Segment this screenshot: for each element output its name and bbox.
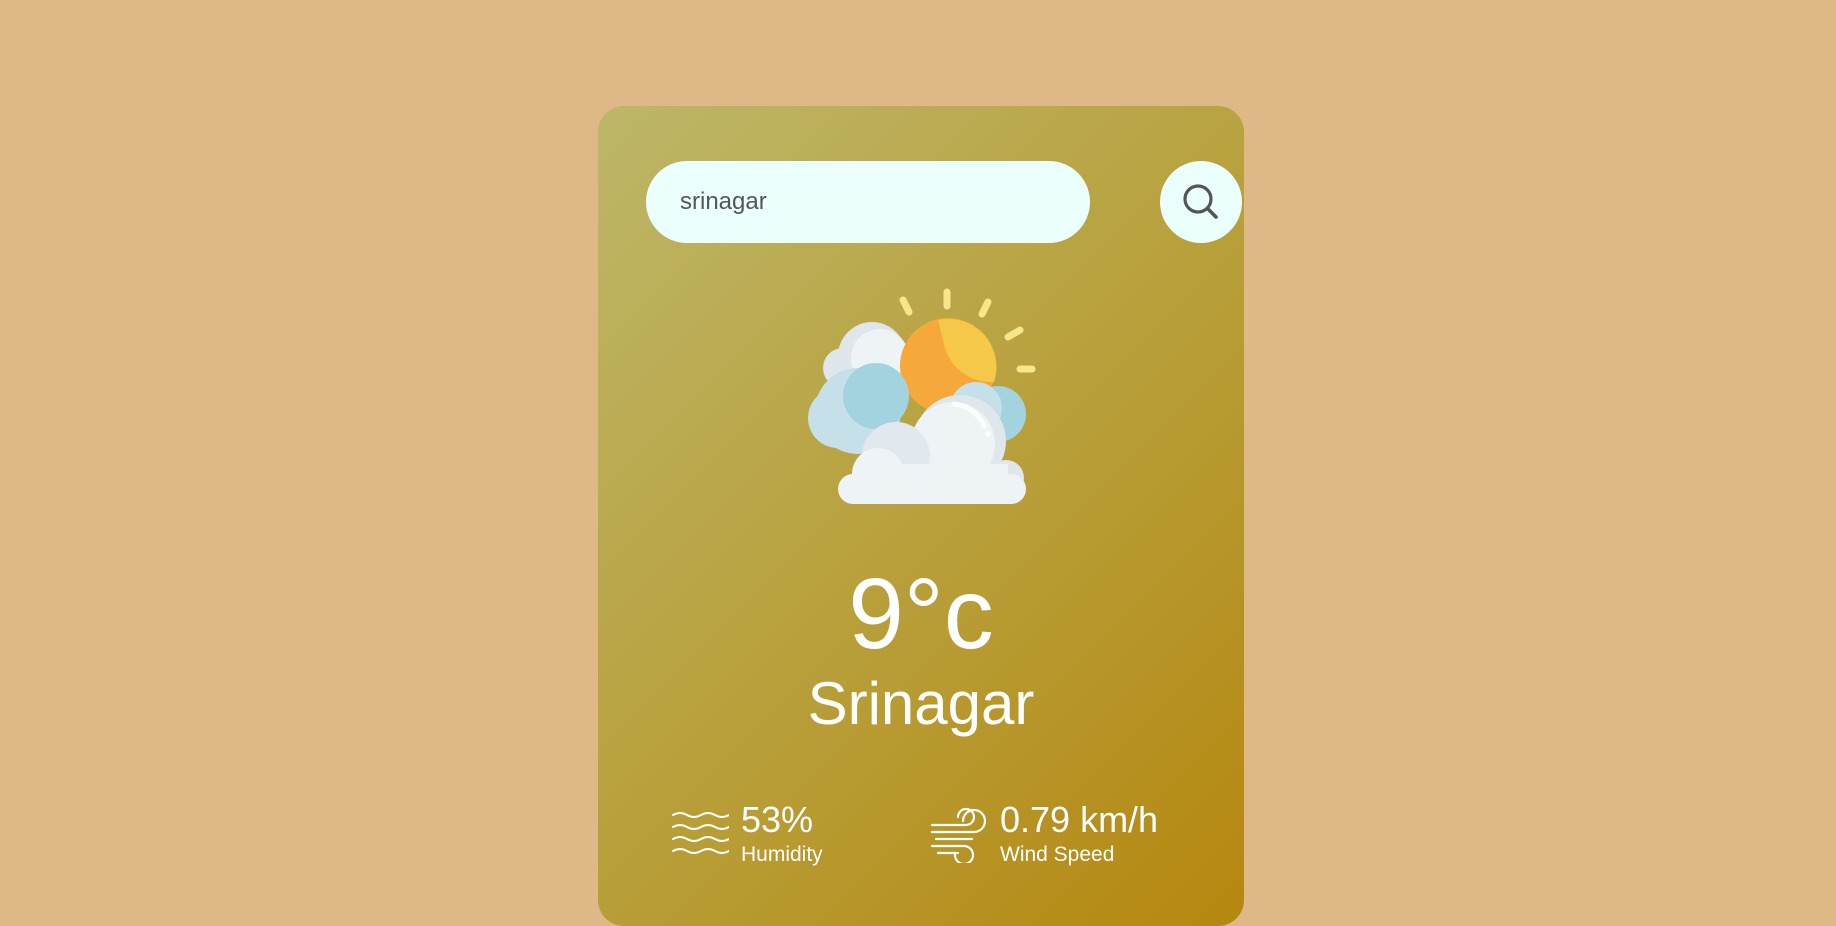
partly-cloudy-icon: [798, 286, 1044, 506]
wind-label: Wind Speed: [1000, 843, 1115, 866]
humidity-icon: [671, 807, 729, 861]
wind-value: 0.79 km/h: [1000, 799, 1159, 840]
wind-icon: [930, 805, 988, 863]
search-bar: [646, 161, 1242, 243]
search-icon: [1181, 182, 1221, 222]
humidity-label: Humidity: [741, 843, 823, 866]
humidity-value: 53%: [741, 799, 814, 840]
humidity-detail: 53% Humidity: [671, 802, 823, 865]
wind-detail: 0.79 km/h Wind Speed: [930, 802, 1158, 865]
search-button[interactable]: [1160, 161, 1242, 243]
temperature: 9°c: [848, 558, 994, 670]
search-input[interactable]: [646, 161, 1090, 243]
weather-card: 9°c Srinagar 53% Humidity: [598, 106, 1244, 926]
city-name: Srinagar: [807, 670, 1035, 737]
